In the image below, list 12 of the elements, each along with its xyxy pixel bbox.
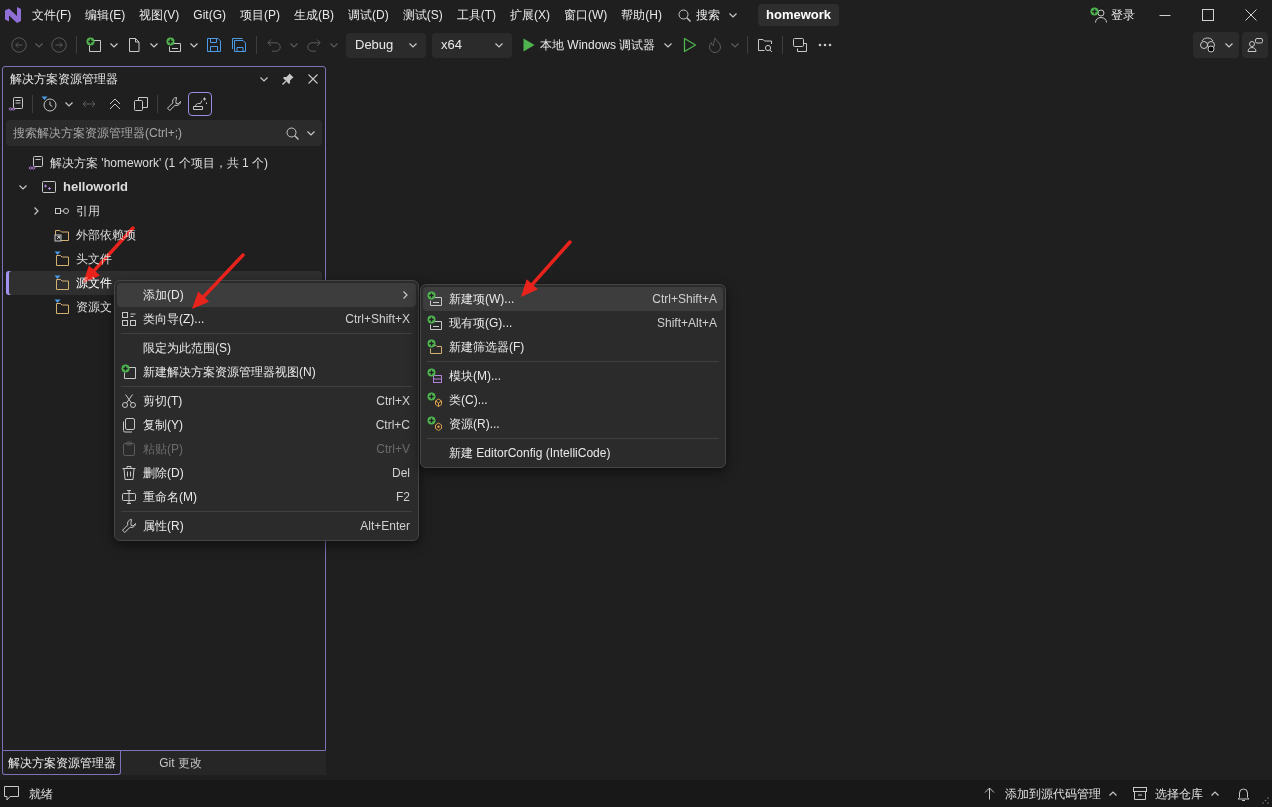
solution-name: homework: [758, 4, 839, 26]
shortcut-text: Ctrl+C: [374, 417, 410, 434]
status-text: 就绪: [29, 785, 53, 803]
shortcut-text: Ctrl+Shift+A: [651, 291, 717, 308]
shortcut-text: Ctrl+V: [375, 441, 410, 458]
panel-title: 解决方案资源管理器: [10, 71, 118, 88]
shortcut-text: Shift+Alt+A: [655, 315, 717, 332]
shortcut-text: Alt+Enter: [359, 518, 410, 535]
shortcut-text: Ctrl+Shift+X: [344, 311, 410, 328]
shortcut-text: Del: [391, 465, 410, 482]
shortcut-text: Ctrl+X: [375, 393, 410, 410]
shortcut-text: F2: [395, 489, 410, 506]
